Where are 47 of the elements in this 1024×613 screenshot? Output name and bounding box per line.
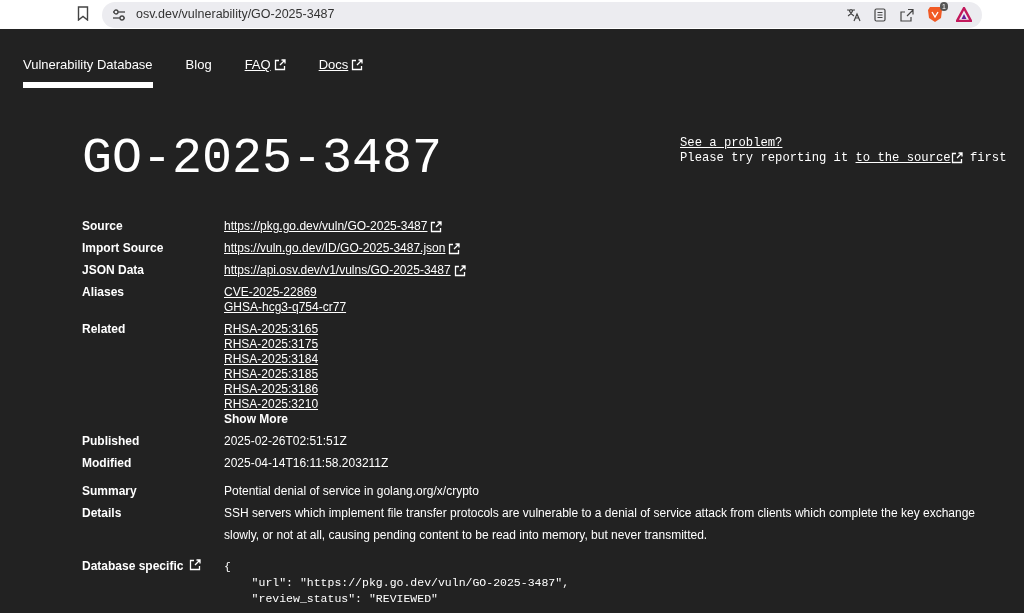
field-label: JSON Data <box>82 263 145 278</box>
field-label: Aliases <box>82 285 125 300</box>
field-label: Published <box>82 434 140 449</box>
translate-icon[interactable] <box>846 7 861 22</box>
nav-tab[interactable]: FAQ <box>244 57 286 88</box>
field-link[interactable]: https://vuln.go.dev/ID/GO-2025-3487.json <box>224 241 461 256</box>
source-link[interactable]: to the source <box>855 151 951 165</box>
code-line: { <box>224 559 231 575</box>
field-label: Source <box>82 219 123 234</box>
field-label: Modified <box>82 456 132 471</box>
field-link[interactable]: GHSA-hcg3-q754-cr77 <box>224 300 347 315</box>
field-link[interactable]: RHSA-2025:3186 <box>224 382 319 397</box>
address-text: osv.dev/vulnerability/GO-2025-3487 <box>136 6 335 24</box>
field-label: Import Source <box>82 241 164 256</box>
field-label: Related <box>82 322 126 337</box>
page-title: GO-2025-3487 <box>82 129 444 189</box>
details-text: SSH servers which implement file transfer protocols are vulnerable to a denial of service attack from clients which complete the key exchange slowly, or not at all, causing pending content to be read into memory, but never transmitted. <box>224 505 976 544</box>
share-icon[interactable] <box>899 7 914 22</box>
field-link[interactable]: RHSA-2025:3184 <box>224 352 319 367</box>
site-settings-icon[interactable] <box>112 8 126 21</box>
field-link[interactable]: RHSA-2025:3185 <box>224 367 319 382</box>
field-link[interactable]: https://pkg.go.dev/vuln/GO-2025-3487 <box>224 219 443 234</box>
field-link[interactable]: https://api.osv.dev/v1/vulns/GO-2025-3487 <box>224 263 466 278</box>
external-link-icon <box>950 151 963 164</box>
reader-icon[interactable] <box>874 7 886 22</box>
field-value: 2025-02-26T02:51:51Z <box>224 434 347 449</box>
code-line: "review_status": "REVIEWED" <box>250 591 438 607</box>
field-value: Potential denial of service in golang.org/x/crypto <box>224 484 479 499</box>
field-link[interactable]: CVE-2025-22869 <box>224 285 317 300</box>
nav-tab[interactable]: Vulnerability Database <box>23 57 153 88</box>
field-label: Details <box>82 506 122 521</box>
field-label: Summary <box>82 484 137 499</box>
report-text: Please try reporting it <box>680 151 850 165</box>
field-link[interactable]: RHSA-2025:3175 <box>224 337 319 352</box>
show-more-link[interactable]: Show More <box>224 412 288 427</box>
nav-tab[interactable]: Blog <box>185 57 212 88</box>
field-label: Database specific <box>82 559 184 574</box>
report-text: first <box>968 151 1007 165</box>
lion-shield-icon[interactable] <box>927 6 943 23</box>
field-link[interactable]: RHSA-2025:3210 <box>224 397 319 412</box>
bookmark-icon[interactable] <box>77 6 89 21</box>
nav-tab[interactable]: Docs <box>318 57 364 88</box>
field-link[interactable]: RHSA-2025:3165 <box>224 322 319 337</box>
field-value: 2025-04-14T16:11:58.203211Z <box>224 456 389 471</box>
code-line: "url": "https://pkg.go.dev/vuln/GO-2025-3487", <box>250 575 570 591</box>
report-problem-link[interactable]: See a problem? <box>680 136 783 150</box>
triangle-icon[interactable] <box>956 7 972 22</box>
